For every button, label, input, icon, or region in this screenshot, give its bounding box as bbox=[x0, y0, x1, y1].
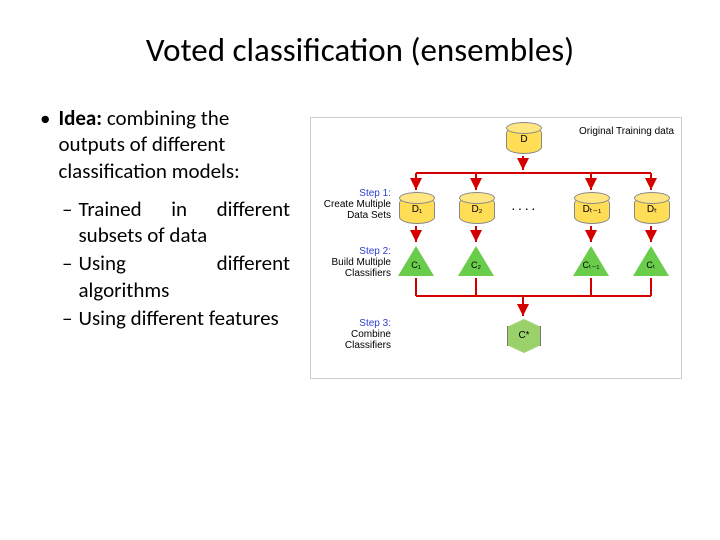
node-c1: C₁ bbox=[398, 246, 434, 276]
idea-label: Idea: bbox=[58, 105, 102, 131]
sub-bullet-3: – Using different features bbox=[62, 305, 290, 331]
node-d2: D₂ bbox=[459, 196, 495, 224]
sub-bullet-1: – Trained in different subsets of data bbox=[62, 196, 290, 249]
diagram-column: D Original Training data Step 1: Create … bbox=[310, 117, 680, 379]
ct1-label: Cₜ₋₁ bbox=[581, 260, 601, 271]
sub-bullet-text: Trained in different subsets of data bbox=[78, 196, 290, 249]
node-cstar: C* bbox=[507, 326, 541, 346]
sub-bullet-text: Using different algorithms bbox=[78, 250, 290, 303]
ct-label: Cₜ bbox=[641, 260, 661, 271]
dash-icon: – bbox=[62, 305, 72, 331]
node-d1: D₁ bbox=[399, 196, 435, 224]
node-dt1: Dₜ₋₁ bbox=[574, 196, 610, 224]
node-ct1: Cₜ₋₁ bbox=[573, 246, 609, 276]
ensemble-diagram: D Original Training data Step 1: Create … bbox=[310, 117, 682, 379]
content-row: • Idea: combining the outputs of differe… bbox=[40, 105, 680, 379]
sub-bullet-2: – Using different algorithms bbox=[62, 250, 290, 303]
node-ct: Cₜ bbox=[633, 246, 669, 276]
step1-label: Step 1: Create Multiple Data Sets bbox=[317, 188, 391, 221]
dash-icon: – bbox=[62, 250, 72, 303]
orig-label: Original Training data bbox=[579, 126, 674, 137]
main-bullet: • Idea: combining the outputs of differe… bbox=[40, 105, 290, 184]
node-d: D bbox=[506, 126, 542, 154]
step1-text: Create Multiple Data Sets bbox=[324, 199, 391, 221]
step3-text: Combine Classifiers bbox=[345, 329, 391, 351]
c2-label: C₂ bbox=[466, 260, 486, 270]
dash-icon: – bbox=[62, 196, 72, 249]
c1-label: C₁ bbox=[406, 260, 426, 270]
step1-blue: Step 1: bbox=[359, 188, 391, 199]
bullet-dot: • bbox=[40, 105, 50, 184]
sub-bullet-text: Using different features bbox=[78, 305, 278, 331]
step2-blue: Step 2: bbox=[359, 246, 391, 257]
step3-blue: Step 3: bbox=[359, 318, 391, 329]
slide-title: Voted classification (ensembles) bbox=[40, 30, 680, 70]
node-dt: Dₜ bbox=[634, 196, 670, 224]
text-column: • Idea: combining the outputs of differe… bbox=[40, 105, 290, 379]
step2-text: Build Multiple Classifiers bbox=[332, 257, 391, 279]
dots-icon: ···· bbox=[511, 200, 538, 216]
node-c2: C₂ bbox=[458, 246, 494, 276]
step2-label: Step 2: Build Multiple Classifiers bbox=[317, 246, 391, 279]
step3-label: Step 3: Combine Classifiers bbox=[317, 318, 391, 351]
